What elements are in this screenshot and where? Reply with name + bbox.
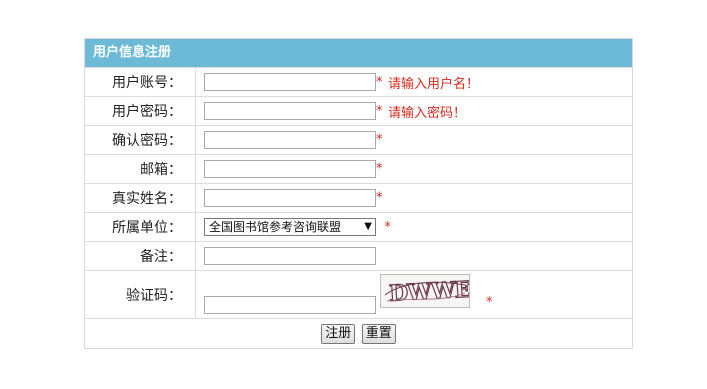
captcha-graphic: DWWE — [384, 276, 472, 307]
notes-label: 备注： — [85, 241, 196, 271]
unit-selected-value: 全国图书馆参考咨询联盟 — [209, 220, 342, 234]
row-password: 用户密码： * 请输入密码！ — [85, 96, 632, 126]
registration-form: 用户信息注册 用户账号： * 请输入用户名！ 用户密码： * 请输入密码！ 确认… — [84, 38, 633, 349]
email-label: 邮箱： — [85, 154, 196, 184]
unit-select[interactable]: 全国图书馆参考咨询联盟 ▼ — [204, 218, 376, 236]
captcha-input[interactable] — [204, 296, 376, 314]
row-buttons: 注册 重置 — [85, 318, 632, 348]
password-error-message: 请输入密码！ — [387, 105, 466, 121]
row-email: 邮箱： * — [85, 154, 632, 184]
row-confirm-password: 确认密码： * — [85, 125, 632, 155]
confirm-password-input[interactable] — [204, 131, 376, 149]
unit-label: 所属单位： — [85, 212, 196, 242]
form-table: 用户账号： * 请输入用户名！ 用户密码： * 请输入密码！ 确认密码： * 邮… — [85, 67, 632, 348]
password-input[interactable] — [204, 102, 376, 120]
required-mark: * — [384, 219, 391, 235]
required-mark: * — [376, 132, 383, 148]
email-input[interactable] — [204, 160, 376, 178]
reset-button[interactable]: 重置 — [361, 323, 396, 344]
form-title: 用户信息注册 — [85, 39, 632, 67]
real-name-input[interactable] — [204, 189, 376, 207]
row-unit: 所属单位： 全国图书馆参考咨询联盟 ▼ * — [85, 212, 632, 242]
password-label: 用户密码： — [85, 96, 196, 126]
row-real-name: 真实姓名： * — [85, 183, 632, 213]
confirm-password-label: 确认密码： — [85, 125, 196, 155]
required-mark: * — [376, 103, 383, 119]
username-input[interactable] — [204, 73, 376, 91]
required-mark: * — [486, 295, 493, 310]
username-error-message: 请输入用户名！ — [387, 76, 479, 92]
required-mark: * — [376, 74, 383, 90]
captcha-text: DWWE — [388, 277, 469, 307]
real-name-label: 真实姓名： — [85, 183, 196, 213]
row-notes: 备注： — [85, 241, 632, 271]
register-button[interactable]: 注册 — [321, 323, 356, 344]
required-mark: * — [376, 161, 383, 177]
captcha-label: 验证码： — [85, 270, 196, 319]
row-username: 用户账号： * 请输入用户名！ — [85, 67, 632, 97]
row-captcha: 验证码： DWWE * — [85, 270, 632, 319]
dropdown-arrow-icon: ▼ — [364, 221, 372, 232]
notes-input[interactable] — [204, 247, 376, 265]
username-label: 用户账号： — [85, 67, 196, 97]
captcha-image[interactable]: DWWE — [380, 274, 472, 308]
required-mark: * — [376, 190, 383, 206]
